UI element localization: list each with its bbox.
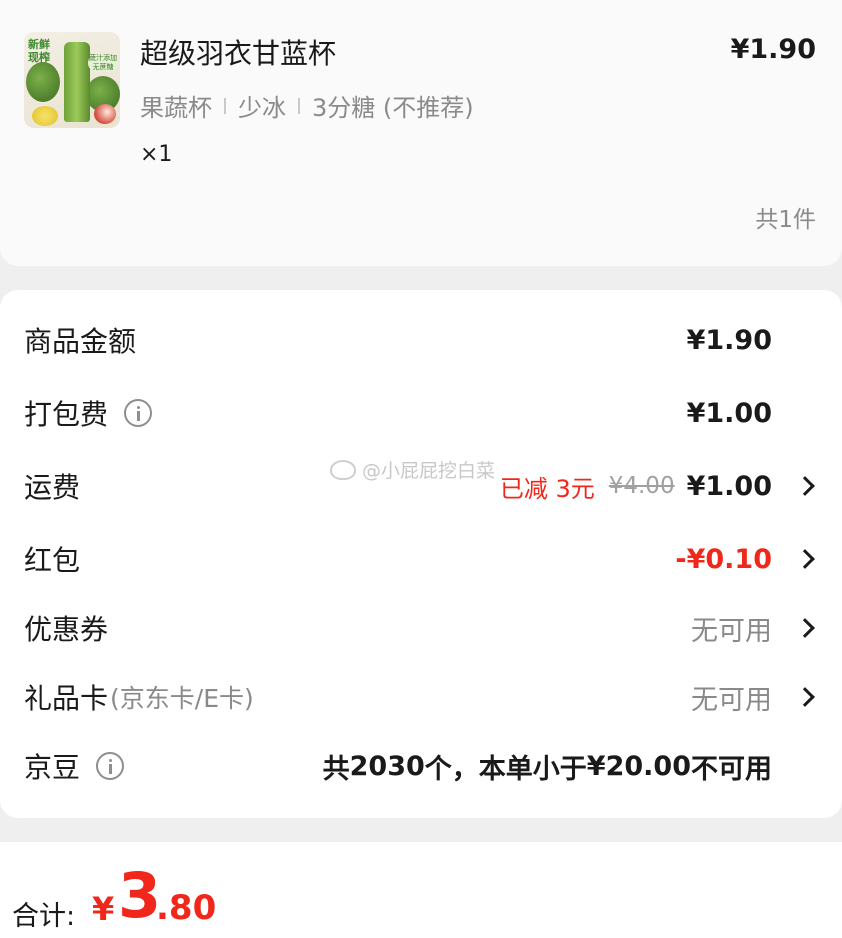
- thumb-label: 蔬汁添加 无蔗糖: [88, 54, 118, 72]
- weibo-icon: [330, 459, 356, 480]
- total-integer: 3: [118, 859, 162, 932]
- lemon-image: [32, 106, 58, 126]
- apple-image: [94, 104, 116, 124]
- total-label: 合计:: [12, 901, 76, 932]
- packing-fee-row: 打包费 ¥1.00: [0, 389, 842, 437]
- red-packet-label: 红包: [24, 544, 81, 577]
- product-price: ¥1.90: [730, 34, 816, 65]
- packing-fee-value: ¥1.00: [686, 397, 772, 429]
- watermark-text: @小屁屁挖白菜: [362, 460, 496, 482]
- gift-card-label-group: 礼品卡 (京东卡/E卡): [24, 677, 254, 717]
- shipping-discount: 已减 3元: [499, 474, 595, 503]
- packing-fee-label: 打包费: [24, 398, 109, 431]
- jd-beans-middle: 个，本单小于: [424, 753, 587, 785]
- spec-ice: 少冰: [238, 94, 286, 122]
- total-currency: ¥: [92, 890, 115, 928]
- coupon-value: 无可用: [691, 615, 772, 647]
- goods-amount-value: ¥1.90: [686, 324, 772, 356]
- gift-card-label: 礼品卡: [24, 682, 109, 715]
- product-quantity: ×1: [140, 142, 173, 167]
- product-thumbnail[interactable]: 新鲜现榨 蔬汁添加 无蔗糖: [24, 32, 120, 128]
- jd-beans-label: 京豆: [24, 751, 81, 784]
- kale-leaf-image: [26, 62, 60, 102]
- chevron-right-icon[interactable]: [795, 476, 815, 496]
- jd-beans-threshold: ¥20.00: [586, 750, 691, 782]
- gift-card-value: 无可用: [691, 684, 772, 716]
- watermark: @小屁屁挖白菜: [330, 456, 495, 483]
- goods-amount-row: 商品金额 ¥1.90: [0, 316, 842, 364]
- red-packet-row[interactable]: 红包 -¥0.10: [0, 535, 842, 583]
- shipping-value: ¥1.00: [686, 470, 772, 502]
- product-specs: 果蔬杯 少冰 3分糖 (不推荐): [140, 88, 474, 123]
- chevron-right-icon[interactable]: [795, 549, 815, 569]
- jd-beans-prefix: 共: [322, 753, 350, 785]
- product-card: 新鲜现榨 蔬汁添加 无蔗糖 超级羽衣甘蓝杯 ¥1.90 果蔬杯 少冰 3分糖 (…: [0, 0, 842, 266]
- juice-can-image: [64, 42, 90, 122]
- goods-amount-label: 商品金额: [24, 325, 137, 358]
- spec-divider: [298, 97, 300, 114]
- red-packet-value: -¥0.10: [675, 543, 772, 575]
- gift-card-sub-label: (京东卡/E卡): [110, 684, 254, 713]
- jd-beans-row: 京豆 共 2030 个，本单小于 ¥20.00 不可用: [0, 742, 842, 790]
- spec-cup-type: 果蔬杯: [140, 94, 212, 122]
- checkout-footer: 合计: ¥ 3 .80: [0, 842, 842, 938]
- coupon-label: 优惠券: [24, 613, 109, 646]
- jd-beans-count: 2030: [349, 750, 425, 782]
- coupon-row[interactable]: 优惠券 无可用: [0, 604, 842, 652]
- packing-fee-label-group: 打包费: [24, 393, 153, 433]
- jd-beans-label-group: 京豆: [24, 746, 125, 786]
- info-icon[interactable]: [124, 399, 153, 427]
- fresh-tag: 新鲜现榨: [28, 38, 50, 64]
- spec-sugar: 3分糖 (不推荐): [312, 94, 474, 122]
- chevron-right-icon[interactable]: [795, 687, 815, 707]
- product-name[interactable]: 超级羽衣甘蓝杯: [140, 32, 336, 72]
- shipping-original-price: ¥4.00: [608, 473, 675, 499]
- item-count: 共1件: [755, 207, 816, 233]
- total-decimal: .80: [156, 888, 217, 928]
- chevron-right-icon[interactable]: [795, 618, 815, 638]
- jd-beans-suffix: 不可用: [691, 753, 772, 785]
- info-icon[interactable]: [96, 752, 125, 780]
- shipping-value-group: 已减 3元 ¥4.00 ¥1.00: [500, 469, 772, 504]
- fee-summary-card: 商品金额 ¥1.90 打包费 ¥1.00 运费 已减 3元 ¥4.00 ¥1.0…: [0, 290, 842, 818]
- spec-divider: [224, 97, 226, 114]
- shipping-label: 运费: [24, 471, 81, 504]
- jd-beans-info: 共 2030 个，本单小于 ¥20.00 不可用: [323, 747, 772, 786]
- gift-card-row[interactable]: 礼品卡 (京东卡/E卡) 无可用: [0, 673, 842, 721]
